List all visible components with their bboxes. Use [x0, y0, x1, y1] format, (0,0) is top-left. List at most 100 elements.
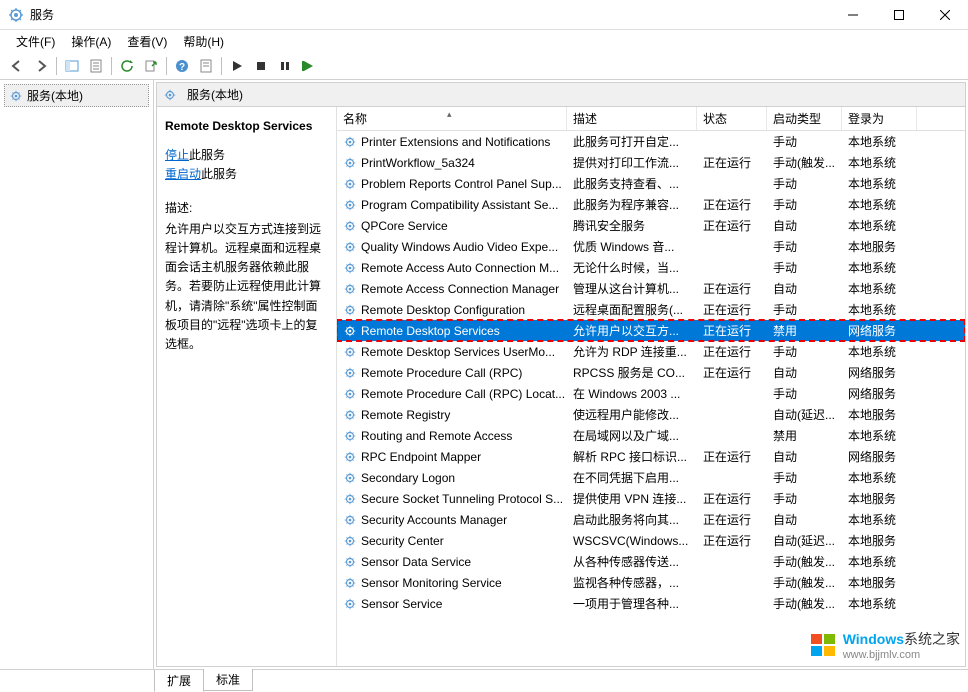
- gear-icon: [343, 366, 357, 380]
- restart-link[interactable]: 重启动: [165, 167, 201, 181]
- menu-view[interactable]: 查看(V): [119, 31, 175, 52]
- view-tabs: 扩展 标准: [0, 669, 968, 691]
- service-status: [697, 257, 767, 278]
- service-row[interactable]: Sensor Service一项用于管理各种...手动(触发...本地系统: [337, 593, 965, 614]
- service-startup: 手动: [767, 194, 842, 215]
- service-logon: 本地系统: [842, 341, 917, 362]
- tab-standard[interactable]: 标准: [203, 669, 253, 691]
- action-pane-button[interactable]: [195, 55, 217, 77]
- service-logon: 本地系统: [842, 278, 917, 299]
- col-header-desc[interactable]: 描述: [567, 107, 697, 130]
- service-row[interactable]: Security Accounts Manager启动此服务将向其...正在运行…: [337, 509, 965, 530]
- properties-button[interactable]: [85, 55, 107, 77]
- col-header-startup[interactable]: 启动类型: [767, 107, 842, 130]
- service-desc: 在 Windows 2003 ...: [567, 383, 697, 404]
- service-row[interactable]: Remote Procedure Call (RPC)RPCSS 服务是 CO.…: [337, 362, 965, 383]
- menu-help[interactable]: 帮助(H): [175, 31, 232, 52]
- service-logon: 本地系统: [842, 257, 917, 278]
- service-row[interactable]: Remote Access Connection Manager管理从这台计算机…: [337, 278, 965, 299]
- gear-icon: [343, 240, 357, 254]
- service-row[interactable]: PrintWorkflow_5a324提供对打印工作流...正在运行手动(触发.…: [337, 152, 965, 173]
- service-desc: 提供使用 VPN 连接...: [567, 488, 697, 509]
- service-row[interactable]: Sensor Data Service从各种传感器传送...手动(触发...本地…: [337, 551, 965, 572]
- detail-pane: Remote Desktop Services 停止此服务 重启动此服务 描述:…: [157, 107, 337, 666]
- service-row[interactable]: Remote Registry使远程用户能修改...自动(延迟...本地服务: [337, 404, 965, 425]
- service-row[interactable]: Remote Procedure Call (RPC) Locat...在 Wi…: [337, 383, 965, 404]
- service-row[interactable]: Remote Desktop Configuration远程桌面配置服务(...…: [337, 299, 965, 320]
- tree-node-services-local[interactable]: 服务(本地): [4, 84, 149, 107]
- services-list[interactable]: Printer Extensions and Notifications此服务可…: [337, 131, 965, 666]
- service-startup: 自动: [767, 215, 842, 236]
- service-status: [697, 572, 767, 593]
- restart-service-button[interactable]: [298, 55, 320, 77]
- show-hide-tree-button[interactable]: [61, 55, 83, 77]
- service-row[interactable]: Security CenterWSCSVC(Windows...正在运行自动(延…: [337, 530, 965, 551]
- service-row[interactable]: QPCore Service腾讯安全服务正在运行自动本地系统: [337, 215, 965, 236]
- service-logon: 本地服务: [842, 572, 917, 593]
- stop-link[interactable]: 停止: [165, 148, 189, 162]
- service-row[interactable]: Remote Desktop Services允许用户以交互方...正在运行禁用…: [337, 320, 965, 341]
- refresh-button[interactable]: [116, 55, 138, 77]
- service-name: Security Center: [361, 534, 444, 548]
- col-header-status[interactable]: 状态: [697, 107, 767, 130]
- service-startup: 手动: [767, 173, 842, 194]
- gear-icon: [343, 303, 357, 317]
- service-row[interactable]: Printer Extensions and Notifications此服务可…: [337, 131, 965, 152]
- service-logon: 本地服务: [842, 404, 917, 425]
- export-button[interactable]: [140, 55, 162, 77]
- help-button[interactable]: ?: [171, 55, 193, 77]
- service-desc: 无论什么时候，当...: [567, 257, 697, 278]
- service-row[interactable]: Problem Reports Control Panel Sup... 此服务支…: [337, 173, 965, 194]
- gear-icon: [163, 88, 177, 102]
- service-name: Remote Procedure Call (RPC): [361, 366, 522, 380]
- service-logon: 本地系统: [842, 173, 917, 194]
- service-row[interactable]: RPC Endpoint Mapper解析 RPC 接口标识...正在运行自动网…: [337, 446, 965, 467]
- maximize-button[interactable]: [876, 0, 922, 30]
- service-logon: 本地系统: [842, 509, 917, 530]
- service-row[interactable]: Secondary Logon在不同凭据下启用...手动本地系统: [337, 467, 965, 488]
- menubar: 文件(F) 操作(A) 查看(V) 帮助(H): [0, 30, 968, 52]
- right-pane-header: 服务(本地): [157, 83, 965, 107]
- service-name: Routing and Remote Access: [361, 429, 512, 443]
- service-name: Remote Procedure Call (RPC) Locat...: [361, 387, 565, 401]
- service-status: [697, 236, 767, 257]
- svg-text:?: ?: [179, 62, 185, 73]
- service-logon: 本地系统: [842, 425, 917, 446]
- service-status: 正在运行: [697, 488, 767, 509]
- menu-action[interactable]: 操作(A): [63, 31, 119, 52]
- service-desc: 此服务支持查看、...: [567, 173, 697, 194]
- gear-icon: [343, 492, 357, 506]
- close-button[interactable]: [922, 0, 968, 30]
- service-startup: 禁用: [767, 425, 842, 446]
- service-row[interactable]: Sensor Monitoring Service监视各种传感器，...手动(触…: [337, 572, 965, 593]
- gear-icon: [343, 471, 357, 485]
- back-button[interactable]: [6, 55, 28, 77]
- service-startup: 手动(触发...: [767, 551, 842, 572]
- service-row[interactable]: Secure Socket Tunneling Protocol S...提供使…: [337, 488, 965, 509]
- service-desc: 允许用户以交互方...: [567, 320, 697, 341]
- forward-button[interactable]: [30, 55, 52, 77]
- service-desc: WSCSVC(Windows...: [567, 530, 697, 551]
- col-header-name[interactable]: 名称: [337, 107, 567, 130]
- menu-file[interactable]: 文件(F): [8, 31, 63, 52]
- minimize-button[interactable]: [830, 0, 876, 30]
- service-row[interactable]: Remote Desktop Services UserMo...允许为 RDP…: [337, 341, 965, 362]
- service-startup: 手动: [767, 236, 842, 257]
- service-desc: 在局域网以及广域...: [567, 425, 697, 446]
- service-name: Sensor Data Service: [361, 555, 471, 569]
- service-row[interactable]: Routing and Remote Access 在局域网以及广域... 禁用本地…: [337, 425, 965, 446]
- service-startup: 自动(延迟...: [767, 404, 842, 425]
- start-service-button[interactable]: [226, 55, 248, 77]
- console-tree: 服务(本地): [0, 80, 154, 669]
- pause-service-button[interactable]: [274, 55, 296, 77]
- service-name: Quality Windows Audio Video Expe...: [361, 240, 558, 254]
- stop-service-button[interactable]: [250, 55, 272, 77]
- service-row[interactable]: Program Compatibility Assistant Se...此服务…: [337, 194, 965, 215]
- service-logon: 本地系统: [842, 131, 917, 152]
- service-row[interactable]: Quality Windows Audio Video Expe...优质 Wi…: [337, 236, 965, 257]
- col-header-logon[interactable]: 登录为: [842, 107, 917, 130]
- service-logon: 网络服务: [842, 362, 917, 383]
- service-name: Problem Reports Control Panel Sup...: [361, 177, 562, 191]
- service-row[interactable]: Remote Access Auto Connection M...无论什么时候…: [337, 257, 965, 278]
- tab-extended[interactable]: 扩展: [154, 670, 204, 692]
